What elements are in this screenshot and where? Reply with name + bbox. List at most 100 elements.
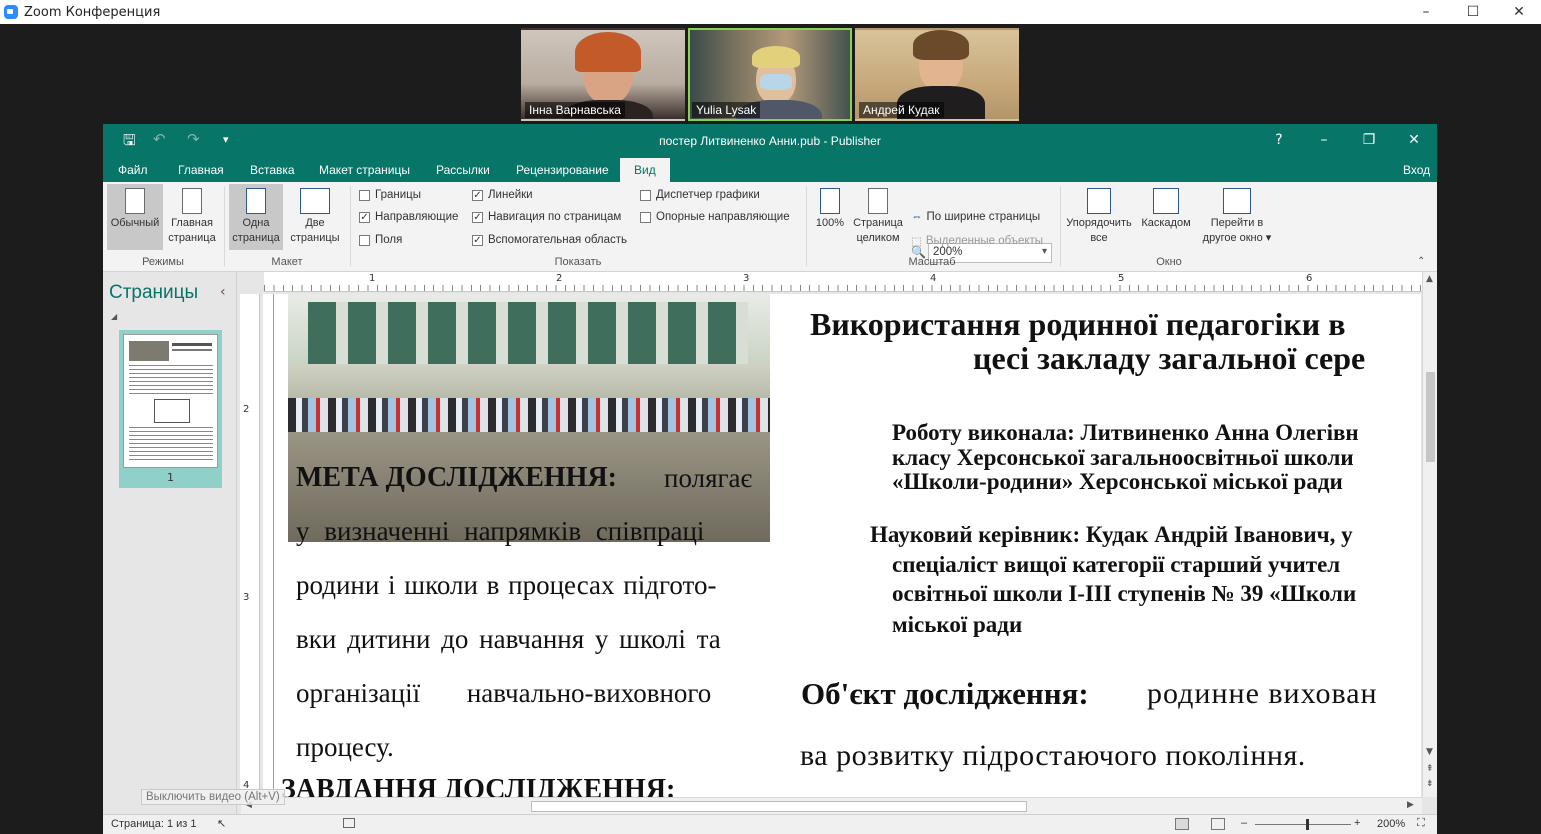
- zoom-in-button[interactable]: +: [1354, 817, 1360, 829]
- button-label: все: [1090, 232, 1108, 244]
- participant-name: Інна Варнавська: [525, 102, 625, 118]
- group-label-layout: Макет: [271, 256, 303, 268]
- fit-page-icon[interactable]: ⛶: [1417, 817, 1425, 830]
- scroll-right-icon[interactable]: ▶: [1407, 800, 1414, 810]
- zoom-close-button[interactable]: ✕: [1496, 0, 1541, 24]
- checkbox-graphics-manager[interactable]: Диспетчер графики: [640, 189, 760, 201]
- whole-page-button[interactable]: Страница целиком: [850, 184, 906, 246]
- help-button[interactable]: ?: [1259, 128, 1299, 152]
- pages-pane-title: Страницы: [109, 282, 199, 303]
- zoom-logo-icon: [4, 5, 18, 19]
- arrange-all-button[interactable]: Упорядочить все: [1063, 184, 1135, 246]
- participant-tile[interactable]: Інна Варнавська: [521, 28, 685, 121]
- tab-review[interactable]: Рецензирование: [515, 158, 610, 182]
- two-page-button[interactable]: Две страницы: [285, 184, 345, 246]
- participant-tile-active[interactable]: Yulia Lysak: [688, 28, 852, 121]
- author-line: класу Херсонської загальноосвітньої школ…: [892, 445, 1354, 470]
- close-button[interactable]: ✕: [1394, 128, 1434, 152]
- poster-page: МЕТА ДОСЛІДЖЕННЯ: полягає у визначенні н…: [263, 294, 1421, 797]
- master-page-icon: [182, 188, 202, 214]
- previous-page-icon[interactable]: ⇞: [1426, 764, 1434, 774]
- checkbox-fields[interactable]: Поля: [359, 234, 402, 246]
- page-number: 1: [167, 471, 174, 484]
- poster-title-line: Використання родинної педагогіки в: [810, 306, 1346, 342]
- group-separator: [350, 186, 351, 266]
- button-label: Упорядочить: [1066, 217, 1132, 229]
- school-photo[interactable]: МЕТА ДОСЛІДЖЕННЯ: полягає: [288, 294, 770, 542]
- checkbox-scratch-area[interactable]: ✓ Вспомогательная область: [472, 234, 627, 246]
- ruler-number: 3: [243, 592, 250, 603]
- signin-link[interactable]: Вход: [1402, 158, 1431, 182]
- pages-pane: Страницы ‹ ◢ 1: [103, 272, 237, 817]
- page-info[interactable]: Страница: 1 из 1: [111, 818, 197, 830]
- single-page-icon: [246, 188, 266, 214]
- expand-triangle-icon[interactable]: ◢: [111, 312, 117, 321]
- scrollbar-thumb[interactable]: [1426, 372, 1435, 462]
- horizontal-ruler[interactable]: 1 2 3 4 5 6: [264, 272, 1422, 292]
- tab-home[interactable]: Главная: [177, 158, 225, 182]
- checkbox-baseline-guides[interactable]: Опорные направляющие: [640, 211, 790, 223]
- scroll-up-icon[interactable]: ▲: [1426, 274, 1433, 284]
- zoom-slider-track[interactable]: [1255, 824, 1351, 825]
- zoom-window-title: Zoom Конференция: [24, 4, 161, 20]
- checkbox-label: Опорные направляющие: [656, 211, 790, 223]
- checkbox-boundaries[interactable]: Границы: [359, 189, 421, 201]
- zoom-title-bar: Zoom Конференция – ☐ ✕: [0, 0, 1541, 24]
- ribbon: Обычный Главная страница Режимы Одна стр…: [103, 182, 1437, 272]
- tab-mailings[interactable]: Рассылки: [435, 158, 491, 182]
- participant-tile[interactable]: Андрей Кудак: [855, 28, 1019, 121]
- button-label: По ширине страницы: [926, 211, 1041, 223]
- collapse-ribbon-icon[interactable]: ⌃: [1417, 256, 1425, 267]
- zoom-out-button[interactable]: –: [1241, 817, 1247, 829]
- goal-line: у визначенні напрямків співпраці: [296, 516, 705, 546]
- tab-page-design[interactable]: Макет страницы: [318, 158, 411, 182]
- group-label-window: Окно: [1156, 256, 1182, 268]
- object-size-icon: [343, 818, 355, 828]
- checkbox-page-navigation[interactable]: ✓ Навигация по страницам: [472, 211, 621, 223]
- single-page-button[interactable]: Одна страница: [229, 184, 283, 250]
- scroll-down-icon[interactable]: ▼: [1426, 747, 1433, 757]
- tab-view[interactable]: Вид: [620, 158, 670, 182]
- poster-title-line: цесі закладу загальної сере: [973, 340, 1366, 376]
- switch-window-button[interactable]: Перейти в другое окно ▾: [1199, 184, 1275, 246]
- group-label-modes: Режимы: [142, 256, 184, 268]
- vertical-scrollbar[interactable]: ▲ ▼ ⇞ ⇟: [1422, 272, 1437, 797]
- scrollbar-thumb[interactable]: [531, 801, 1027, 812]
- zoom-minimize-button[interactable]: –: [1403, 0, 1449, 24]
- vertical-ruler[interactable]: 2 3 4: [240, 294, 260, 794]
- page-icon: [125, 188, 145, 214]
- horizontal-scrollbar[interactable]: ◀ ▶: [241, 797, 1422, 815]
- button-label: Страница: [853, 217, 903, 229]
- zoom-maximize-button[interactable]: ☐: [1450, 0, 1496, 24]
- cascade-button[interactable]: Каскадом: [1137, 184, 1195, 231]
- goal-line: вки дитини до навчання у школі та: [296, 624, 721, 654]
- page-thumbnail[interactable]: 1: [119, 330, 222, 488]
- button-label: Две: [305, 217, 325, 229]
- master-page-button[interactable]: Главная страница: [165, 184, 219, 246]
- two-page-view-icon[interactable]: [1211, 818, 1225, 830]
- button-label: страница: [232, 232, 280, 244]
- checkbox-guides[interactable]: ✓ Направляющие: [359, 211, 458, 223]
- button-label: Выделенные объекты: [925, 235, 1044, 247]
- collapse-pane-icon[interactable]: ‹: [220, 284, 226, 300]
- normal-view-button[interactable]: Обычный: [107, 184, 163, 250]
- checkbox-box-checked: ✓: [472, 189, 483, 201]
- author-line: Роботу виконала: Литвиненко Анна Олегівн: [892, 420, 1359, 445]
- zoom-100-button[interactable]: 100%: [812, 184, 848, 231]
- zoom-level-label[interactable]: 200%: [1377, 818, 1405, 830]
- zoom-slider-thumb[interactable]: [1306, 819, 1309, 830]
- restore-button[interactable]: ❐: [1349, 128, 1389, 152]
- checkbox-label: Границы: [375, 189, 421, 201]
- tab-file[interactable]: Файл: [117, 158, 149, 182]
- checkbox-box-checked: ✓: [472, 234, 483, 246]
- group-separator: [1060, 186, 1061, 266]
- document-canvas[interactable]: МЕТА ДОСЛІДЖЕННЯ: полягає у визначенні н…: [263, 294, 1421, 797]
- checkbox-rulers[interactable]: ✓ Линейки: [472, 189, 533, 201]
- ruler-number: 6: [1306, 273, 1313, 284]
- tab-insert[interactable]: Вставка: [249, 158, 296, 182]
- single-page-view-icon[interactable]: [1175, 818, 1189, 830]
- page-width-icon: ⇔: [911, 211, 923, 223]
- page-width-button[interactable]: ⇔ По ширине страницы: [911, 211, 1040, 223]
- next-page-icon[interactable]: ⇟: [1426, 779, 1434, 789]
- minimize-button[interactable]: –: [1304, 128, 1344, 152]
